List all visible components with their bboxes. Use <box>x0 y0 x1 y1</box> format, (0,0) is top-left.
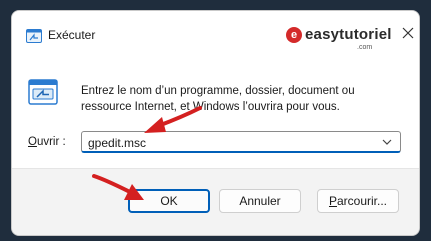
watermark-domain: .com <box>357 44 373 51</box>
ok-button[interactable]: OK <box>128 189 210 213</box>
window-title: Exécuter <box>48 28 96 42</box>
command-input[interactable]: gpedit.msc <box>88 136 146 150</box>
open-label: Ouvrir : <box>28 136 66 148</box>
browse-button[interactable]: Parcourir... <box>317 189 399 213</box>
watermark-brand: easytutoriel <box>305 26 392 43</box>
run-dialog-icon <box>28 79 58 105</box>
run-description: Entrez le nom d’un programme, dossier, d… <box>81 85 355 113</box>
command-combobox[interactable]: gpedit.msc <box>81 131 401 153</box>
watermark-logo: e easytutoriel .com <box>284 23 394 51</box>
watermark-badge: e <box>286 27 302 43</box>
run-dialog: Exécuter e easytutoriel .com Entrez le n… <box>11 10 420 236</box>
chevron-down-icon[interactable] <box>381 138 393 146</box>
dialog-footer: OK Annuler Parcourir... <box>12 168 419 235</box>
close-icon[interactable] <box>401 26 415 40</box>
run-app-icon <box>26 29 42 43</box>
cancel-button[interactable]: Annuler <box>219 189 301 213</box>
dialog-content: Entrez le nom d’un programme, dossier, d… <box>12 55 419 168</box>
title-bar: Exécuter e easytutoriel .com <box>12 11 419 55</box>
